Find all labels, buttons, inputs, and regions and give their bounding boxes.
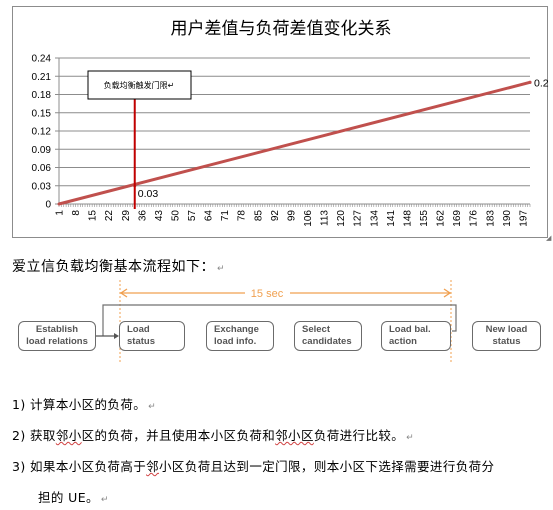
paragraph-mark: ↵ xyxy=(406,433,415,443)
y-tick-label: 0.09 xyxy=(32,145,52,156)
y-tick-label: 0.21 xyxy=(32,72,52,83)
x-tick-label: 120 xyxy=(336,210,347,227)
x-tick-label: 169 xyxy=(452,210,463,227)
step-number: 3) xyxy=(12,459,26,474)
y-tick-label: 0.03 xyxy=(32,181,52,192)
x-tick-label: 190 xyxy=(502,210,513,227)
flow-step-exchange: Exchange load info. xyxy=(206,321,274,351)
x-tick-label: 197 xyxy=(518,210,529,227)
step-text: 担的 UE。 xyxy=(38,490,99,505)
paragraph-mark: ↵ xyxy=(217,264,226,274)
step-3-continuation: 担的 UE。 ↵ xyxy=(38,487,109,506)
flow-step-load-status: Load status xyxy=(119,321,185,351)
y-tick-label: 0.06 xyxy=(32,163,52,174)
line-chart: 用户差值与负荷差值变化关系 0 0.03 0.06 0.09 0.12 0.15 0.18 0… xyxy=(32,19,549,227)
x-tick-label: 78 xyxy=(237,210,248,222)
step-label: candidates xyxy=(302,336,352,347)
x-tick-label: 106 xyxy=(303,210,314,227)
x-tick-label: 141 xyxy=(386,210,397,227)
x-tick-label: 50 xyxy=(170,210,181,222)
data-label: 0.2 xyxy=(534,77,549,89)
step-text: 计算本小区的负荷。 xyxy=(30,397,147,412)
x-tick-label: 71 xyxy=(220,210,231,222)
flow-diagram: 15 sec Establish load relations Load sta… xyxy=(0,276,553,366)
x-tick-label: 1 xyxy=(55,210,66,216)
x-tick-label: 8 xyxy=(71,210,82,216)
x-tick-label: 92 xyxy=(270,210,281,222)
step-text: 如果本小区负荷高于 xyxy=(30,459,147,474)
x-tick-label: 148 xyxy=(402,210,413,227)
step-text: 小区负荷且达到一定门限，则本小区下选择需要进行负荷分 xyxy=(159,459,495,474)
data-point xyxy=(528,80,532,84)
resize-handle[interactable]: ◢ xyxy=(546,234,551,242)
x-tick-label: 183 xyxy=(485,210,496,227)
step-label: load info. xyxy=(214,336,257,347)
x-tick-label: 64 xyxy=(204,210,215,222)
x-tick-label: 15 xyxy=(88,210,99,222)
x-tick-label: 43 xyxy=(154,210,165,222)
paragraph-mark: ↵ xyxy=(148,402,157,412)
y-tick-label: 0 xyxy=(45,200,51,211)
step-number: 1) xyxy=(12,397,26,412)
intro-text: 爱立信负载均衡基本流程如下： ↵ xyxy=(12,256,225,276)
step-number: 2) xyxy=(12,428,26,443)
duration-label: 15 sec xyxy=(251,288,284,300)
x-tick-label: 85 xyxy=(253,210,264,222)
x-tick-label: 99 xyxy=(286,210,297,222)
y-tick-label: 0.15 xyxy=(32,108,52,119)
spellcheck-word: 邻小区 xyxy=(275,428,314,443)
step-label: Exchange xyxy=(214,324,259,335)
step-text: 获取 xyxy=(30,428,56,443)
paragraph-mark: ↵ xyxy=(100,495,109,505)
flow-step-load-bal-action: Load bal. action xyxy=(381,321,451,351)
x-tick-label: 176 xyxy=(469,210,480,227)
flow-step-establish: Establish load relations xyxy=(18,321,96,351)
y-tick-label: 0.12 xyxy=(32,127,52,138)
x-tick-label: 127 xyxy=(353,210,364,227)
x-tick-label: 57 xyxy=(187,210,198,222)
data-label: 0.03 xyxy=(138,188,159,200)
x-tick-label: 134 xyxy=(369,210,380,227)
spellcheck-word: 邻小 xyxy=(55,428,82,443)
step-label: Establish xyxy=(35,324,79,335)
chart-title: 用户差值与负荷差值变化关系 xyxy=(171,19,392,39)
x-tick-label: 36 xyxy=(137,210,148,222)
x-tick-label: 113 xyxy=(320,210,331,226)
step-label: status xyxy=(492,336,521,347)
step-text: 负荷进行比较。 xyxy=(313,428,405,443)
step-label: Load bal. xyxy=(389,324,431,335)
step-text: 区的负荷，并且使用本小区负荷和 xyxy=(81,428,276,443)
x-tick-label: 22 xyxy=(104,210,115,222)
step-label: Select xyxy=(302,324,330,335)
flow-step-select: Select candidates xyxy=(294,321,362,351)
annotation-text: 负载均衡触发门限↵ xyxy=(104,80,175,90)
spellcheck-word: 邻 xyxy=(146,459,160,474)
intro-label: 爱立信负载均衡基本流程如下： xyxy=(12,259,215,275)
y-tick-label: 0.18 xyxy=(32,90,52,101)
step-label: action xyxy=(389,336,417,347)
step-label: status xyxy=(127,336,155,347)
step-3: 3) 如果本小区负荷高于邻小区负荷且达到一定门限，则本小区下选择需要进行负荷分 xyxy=(12,456,494,475)
step-2: 2) 获取邻小区的负荷，并且使用本小区负荷和邻小区负荷进行比较。 ↵ xyxy=(12,425,414,444)
x-tick-label: 162 xyxy=(436,210,447,227)
x-tick-label: 155 xyxy=(419,210,430,227)
step-label: load relations xyxy=(26,336,88,347)
step-1: 1) 计算本小区的负荷。 ↵ xyxy=(12,394,156,413)
x-tick-label: 29 xyxy=(121,210,132,222)
y-tick-label: 0.24 xyxy=(32,54,52,65)
step-label: Load xyxy=(127,324,150,335)
flow-step-new-load-status: New load status xyxy=(472,321,541,351)
step-label: New load xyxy=(485,324,528,335)
chart-container: 用户差值与负荷差值变化关系 0 0.03 0.06 0.09 0.12 0.15 0.18 0… xyxy=(12,6,549,238)
